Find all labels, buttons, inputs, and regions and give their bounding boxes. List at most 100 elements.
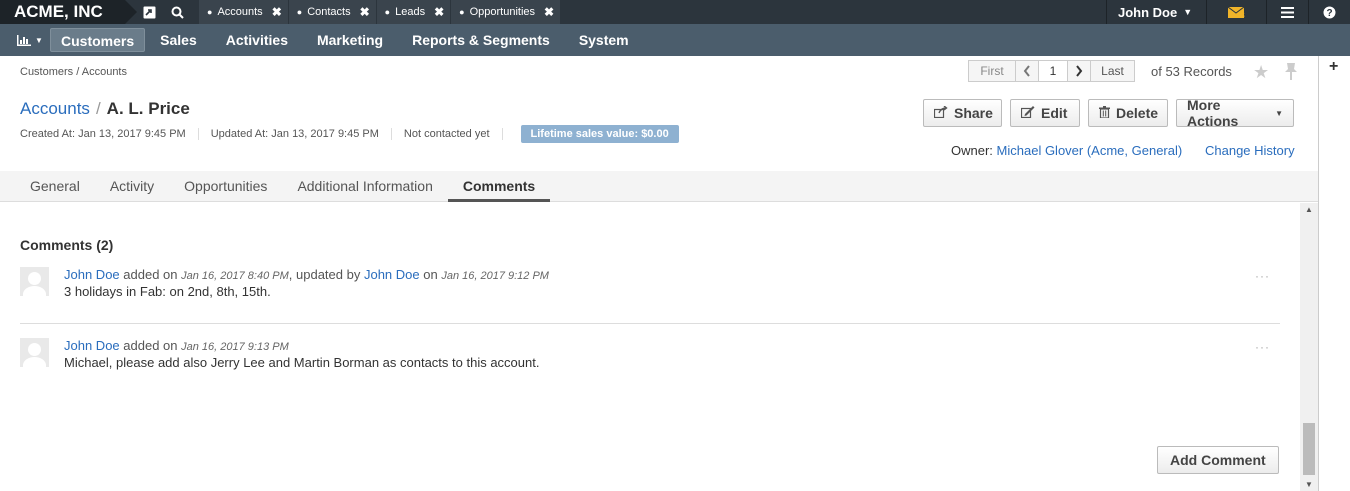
record-pager: First 1 Last xyxy=(968,60,1135,82)
share-button[interactable]: Share xyxy=(923,99,1002,127)
close-icon[interactable]: ✖ xyxy=(434,5,444,19)
close-icon[interactable]: ✖ xyxy=(544,5,554,19)
more-actions-button[interactable]: More Actions ▼ xyxy=(1176,97,1294,129)
tab-general[interactable]: General xyxy=(15,171,95,202)
comment-author[interactable]: John Doe xyxy=(64,338,120,353)
tab-comments[interactable]: Comments xyxy=(447,171,551,202)
pager-last-button[interactable]: Last xyxy=(1090,60,1135,82)
comment-date: Jan 16, 2017 9:13 PM xyxy=(181,341,289,353)
pager-info: of 53 Records xyxy=(1151,64,1232,79)
scrollbar[interactable]: ▲ ▼ xyxy=(1300,203,1318,491)
chevron-left-icon xyxy=(1023,65,1030,77)
caret-down-icon: ▼ xyxy=(1275,108,1283,118)
pin-icon[interactable] xyxy=(135,0,163,24)
pinned-tab-accounts[interactable]: ● Accounts ✖ xyxy=(199,0,288,24)
scrollbar-thumb[interactable] xyxy=(1303,423,1315,475)
bullet-icon: ● xyxy=(459,7,465,17)
brand-logo[interactable]: ACME, INC xyxy=(0,0,137,24)
comments-title: Comments (2) xyxy=(20,237,114,253)
pinned-tab-opportunities[interactable]: ● Opportunities ✖ xyxy=(451,0,561,24)
caret-down-icon: ▼ xyxy=(35,35,43,45)
bullet-icon: ● xyxy=(296,7,303,17)
avatar xyxy=(20,338,49,367)
comment-date: Jan 16, 2017 8:40 PM xyxy=(181,270,289,282)
pager-prev-button[interactable] xyxy=(1015,60,1039,82)
nav-activities[interactable]: Activities xyxy=(212,28,302,52)
created-at: Created At: Jan 13, 2017 9:45 PM xyxy=(20,128,199,140)
top-bar: ACME, INC ● Accounts ✖ ● Contacts ✖ ● Le… xyxy=(0,0,1350,24)
close-icon[interactable]: ✖ xyxy=(272,5,282,19)
help-icon: ? xyxy=(1323,6,1336,19)
record-name: A. L. Price xyxy=(106,99,190,118)
comment-header: John Doe added on Jan 16, 2017 9:13 PM xyxy=(64,338,289,353)
notifications-button[interactable]: 3 xyxy=(1206,0,1266,24)
delete-button[interactable]: Delete xyxy=(1088,99,1168,127)
nav-sales[interactable]: Sales xyxy=(146,28,211,52)
lifetime-sales-badge: Lifetime sales value: $0.00 xyxy=(520,125,679,143)
title-separator: / xyxy=(95,99,101,118)
comment-on-text: on xyxy=(423,267,438,282)
scroll-down-icon[interactable]: ▼ xyxy=(1305,480,1313,489)
pinned-tab-label: Accounts xyxy=(217,6,263,18)
add-comment-button[interactable]: Add Comment xyxy=(1157,446,1279,474)
ellipsis-icon[interactable]: ··· xyxy=(1255,269,1270,283)
plus-icon[interactable]: + xyxy=(1329,58,1338,76)
comment-author[interactable]: John Doe xyxy=(64,267,120,282)
comment-updated-date: Jan 16, 2017 9:12 PM xyxy=(441,270,549,282)
pager-page-input[interactable]: 1 xyxy=(1038,60,1068,82)
owner-link[interactable]: Michael Glover (Acme, General) xyxy=(997,143,1183,158)
help-button[interactable]: ? xyxy=(1308,0,1350,24)
tab-opportunities[interactable]: Opportunities xyxy=(169,171,282,202)
main-nav: ▼ Customers Sales Activities Marketing R… xyxy=(0,24,1350,56)
hamburger-icon xyxy=(1281,6,1294,18)
close-icon[interactable]: ✖ xyxy=(360,5,370,19)
pinned-tab-leads[interactable]: ● Leads ✖ xyxy=(376,0,451,24)
ellipsis-icon[interactable]: ··· xyxy=(1255,340,1270,354)
action-buttons: Share Edit Delete More Actions ▼ xyxy=(923,97,1294,129)
nav-reports-segments[interactable]: Reports & Segments xyxy=(398,28,564,52)
bullet-icon: ● xyxy=(384,7,391,17)
avatar xyxy=(20,267,49,296)
pinned-tab-label: Contacts xyxy=(307,6,351,18)
comment-body: 3 holidays in Fab: on 2nd, 8th, 15th. xyxy=(64,284,271,299)
mail-count: 3 xyxy=(1240,10,1245,20)
comments-section: Comments (2) John Doe added on Jan 16, 2… xyxy=(0,203,1298,491)
more-actions-label: More Actions xyxy=(1187,97,1239,129)
record-meta: Created At: Jan 13, 2017 9:45 PM Updated… xyxy=(20,125,679,143)
comment-updater[interactable]: John Doe xyxy=(364,267,420,282)
nav-system[interactable]: System xyxy=(565,28,643,52)
search-icon[interactable] xyxy=(163,0,191,24)
scroll-up-icon[interactable]: ▲ xyxy=(1305,205,1313,214)
bullet-icon: ● xyxy=(207,7,213,17)
nav-customers[interactable]: Customers xyxy=(50,28,146,52)
main-content: Customers / Accounts First 1 Last of 53 … xyxy=(0,56,1318,491)
share-icon xyxy=(933,104,948,121)
tab-activity[interactable]: Activity xyxy=(95,171,169,202)
pinned-tab-label: Leads xyxy=(395,6,426,18)
main-menu-button[interactable] xyxy=(1266,0,1308,24)
change-history-link[interactable]: Change History xyxy=(1205,143,1295,158)
share-label: Share xyxy=(954,105,993,121)
user-menu[interactable]: John Doe ▼ xyxy=(1106,0,1206,24)
comment-body: Michael, please add also Jerry Lee and M… xyxy=(64,355,540,370)
star-icon[interactable]: ★ xyxy=(1253,62,1269,83)
edit-label: Edit xyxy=(1041,105,1068,121)
owner-label: Owner: xyxy=(951,143,993,158)
caret-down-icon: ▼ xyxy=(1183,7,1193,17)
entity-link[interactable]: Accounts xyxy=(20,99,90,118)
pager-first-button[interactable]: First xyxy=(968,60,1016,82)
dashboard-menu[interactable]: ▼ xyxy=(10,34,50,46)
delete-label: Delete xyxy=(1116,105,1159,121)
trash-icon xyxy=(1099,105,1110,121)
record-tabs: General Activity Opportunities Additiona… xyxy=(0,171,1318,202)
comment-item: John Doe added on Jan 16, 2017 8:40 PM, … xyxy=(20,267,1280,307)
svg-text:?: ? xyxy=(1326,8,1332,19)
edit-button[interactable]: Edit xyxy=(1010,99,1080,127)
nav-marketing[interactable]: Marketing xyxy=(303,28,397,52)
owner-info: Owner: Michael Glover (Acme, General) xyxy=(951,143,1182,158)
edit-icon xyxy=(1020,105,1035,121)
pager-next-button[interactable] xyxy=(1067,60,1091,82)
tab-additional-information[interactable]: Additional Information xyxy=(282,171,447,202)
pin-page-icon[interactable] xyxy=(1284,63,1298,85)
pinned-tab-contacts[interactable]: ● Contacts ✖ xyxy=(288,0,376,24)
